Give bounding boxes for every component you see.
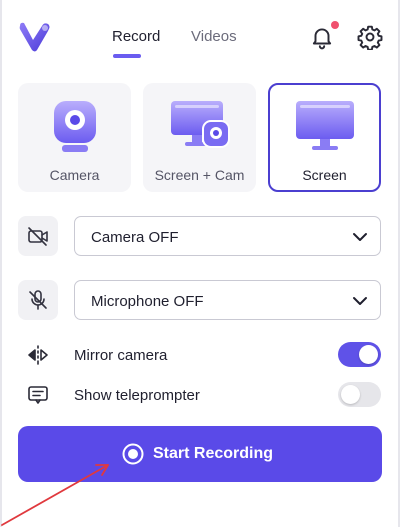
gear-icon[interactable] (357, 24, 383, 50)
header: Record Videos (0, 0, 400, 70)
show-teleprompter-toggle[interactable] (338, 382, 381, 407)
microphone-select[interactable]: Microphone OFF (74, 280, 381, 320)
microphone-select-value: Microphone OFF (91, 293, 204, 310)
mode-card-screen[interactable]: Screen (268, 83, 381, 192)
toggle-knob (359, 345, 378, 364)
chevron-down-icon (353, 233, 367, 241)
camera-off-icon (28, 227, 48, 246)
annotation-arrow-icon (1, 464, 109, 526)
tab-record[interactable]: Record (112, 28, 160, 45)
mirror-camera-label: Mirror camera (74, 347, 168, 364)
camera-select-value: Camera OFF (91, 229, 179, 246)
toggle-knob (341, 385, 360, 404)
mode-card-screen-cam[interactable]: Screen + Cam (143, 83, 256, 192)
mic-off-icon (29, 290, 47, 310)
start-recording-label: Start Recording (153, 445, 274, 462)
camera-select[interactable]: Camera OFF (74, 216, 381, 256)
record-icon (122, 443, 144, 465)
mode-label-screen: Screen (302, 167, 347, 183)
mic-off-badge (18, 280, 58, 320)
chevron-down-icon (353, 297, 367, 305)
teleprompter-icon (28, 386, 48, 404)
tab-videos[interactable]: Videos (191, 28, 237, 45)
mode-card-camera[interactable]: Camera (18, 83, 131, 192)
mirror-icon (28, 345, 48, 365)
bell-icon[interactable] (309, 24, 335, 50)
camera-off-badge (18, 216, 58, 256)
brand-v-logo[interactable] (18, 20, 52, 54)
screen-cam-mode-icon (170, 101, 230, 148)
mirror-camera-toggle[interactable] (338, 342, 381, 367)
mode-label-camera: Camera (49, 167, 100, 183)
active-tab-indicator (113, 54, 141, 58)
camera-mode-icon (53, 101, 96, 152)
screen-mode-icon (295, 101, 354, 150)
mode-label-screen-cam: Screen + Cam (154, 167, 245, 183)
notification-dot (331, 21, 339, 29)
show-teleprompter-label: Show teleprompter (74, 387, 200, 404)
